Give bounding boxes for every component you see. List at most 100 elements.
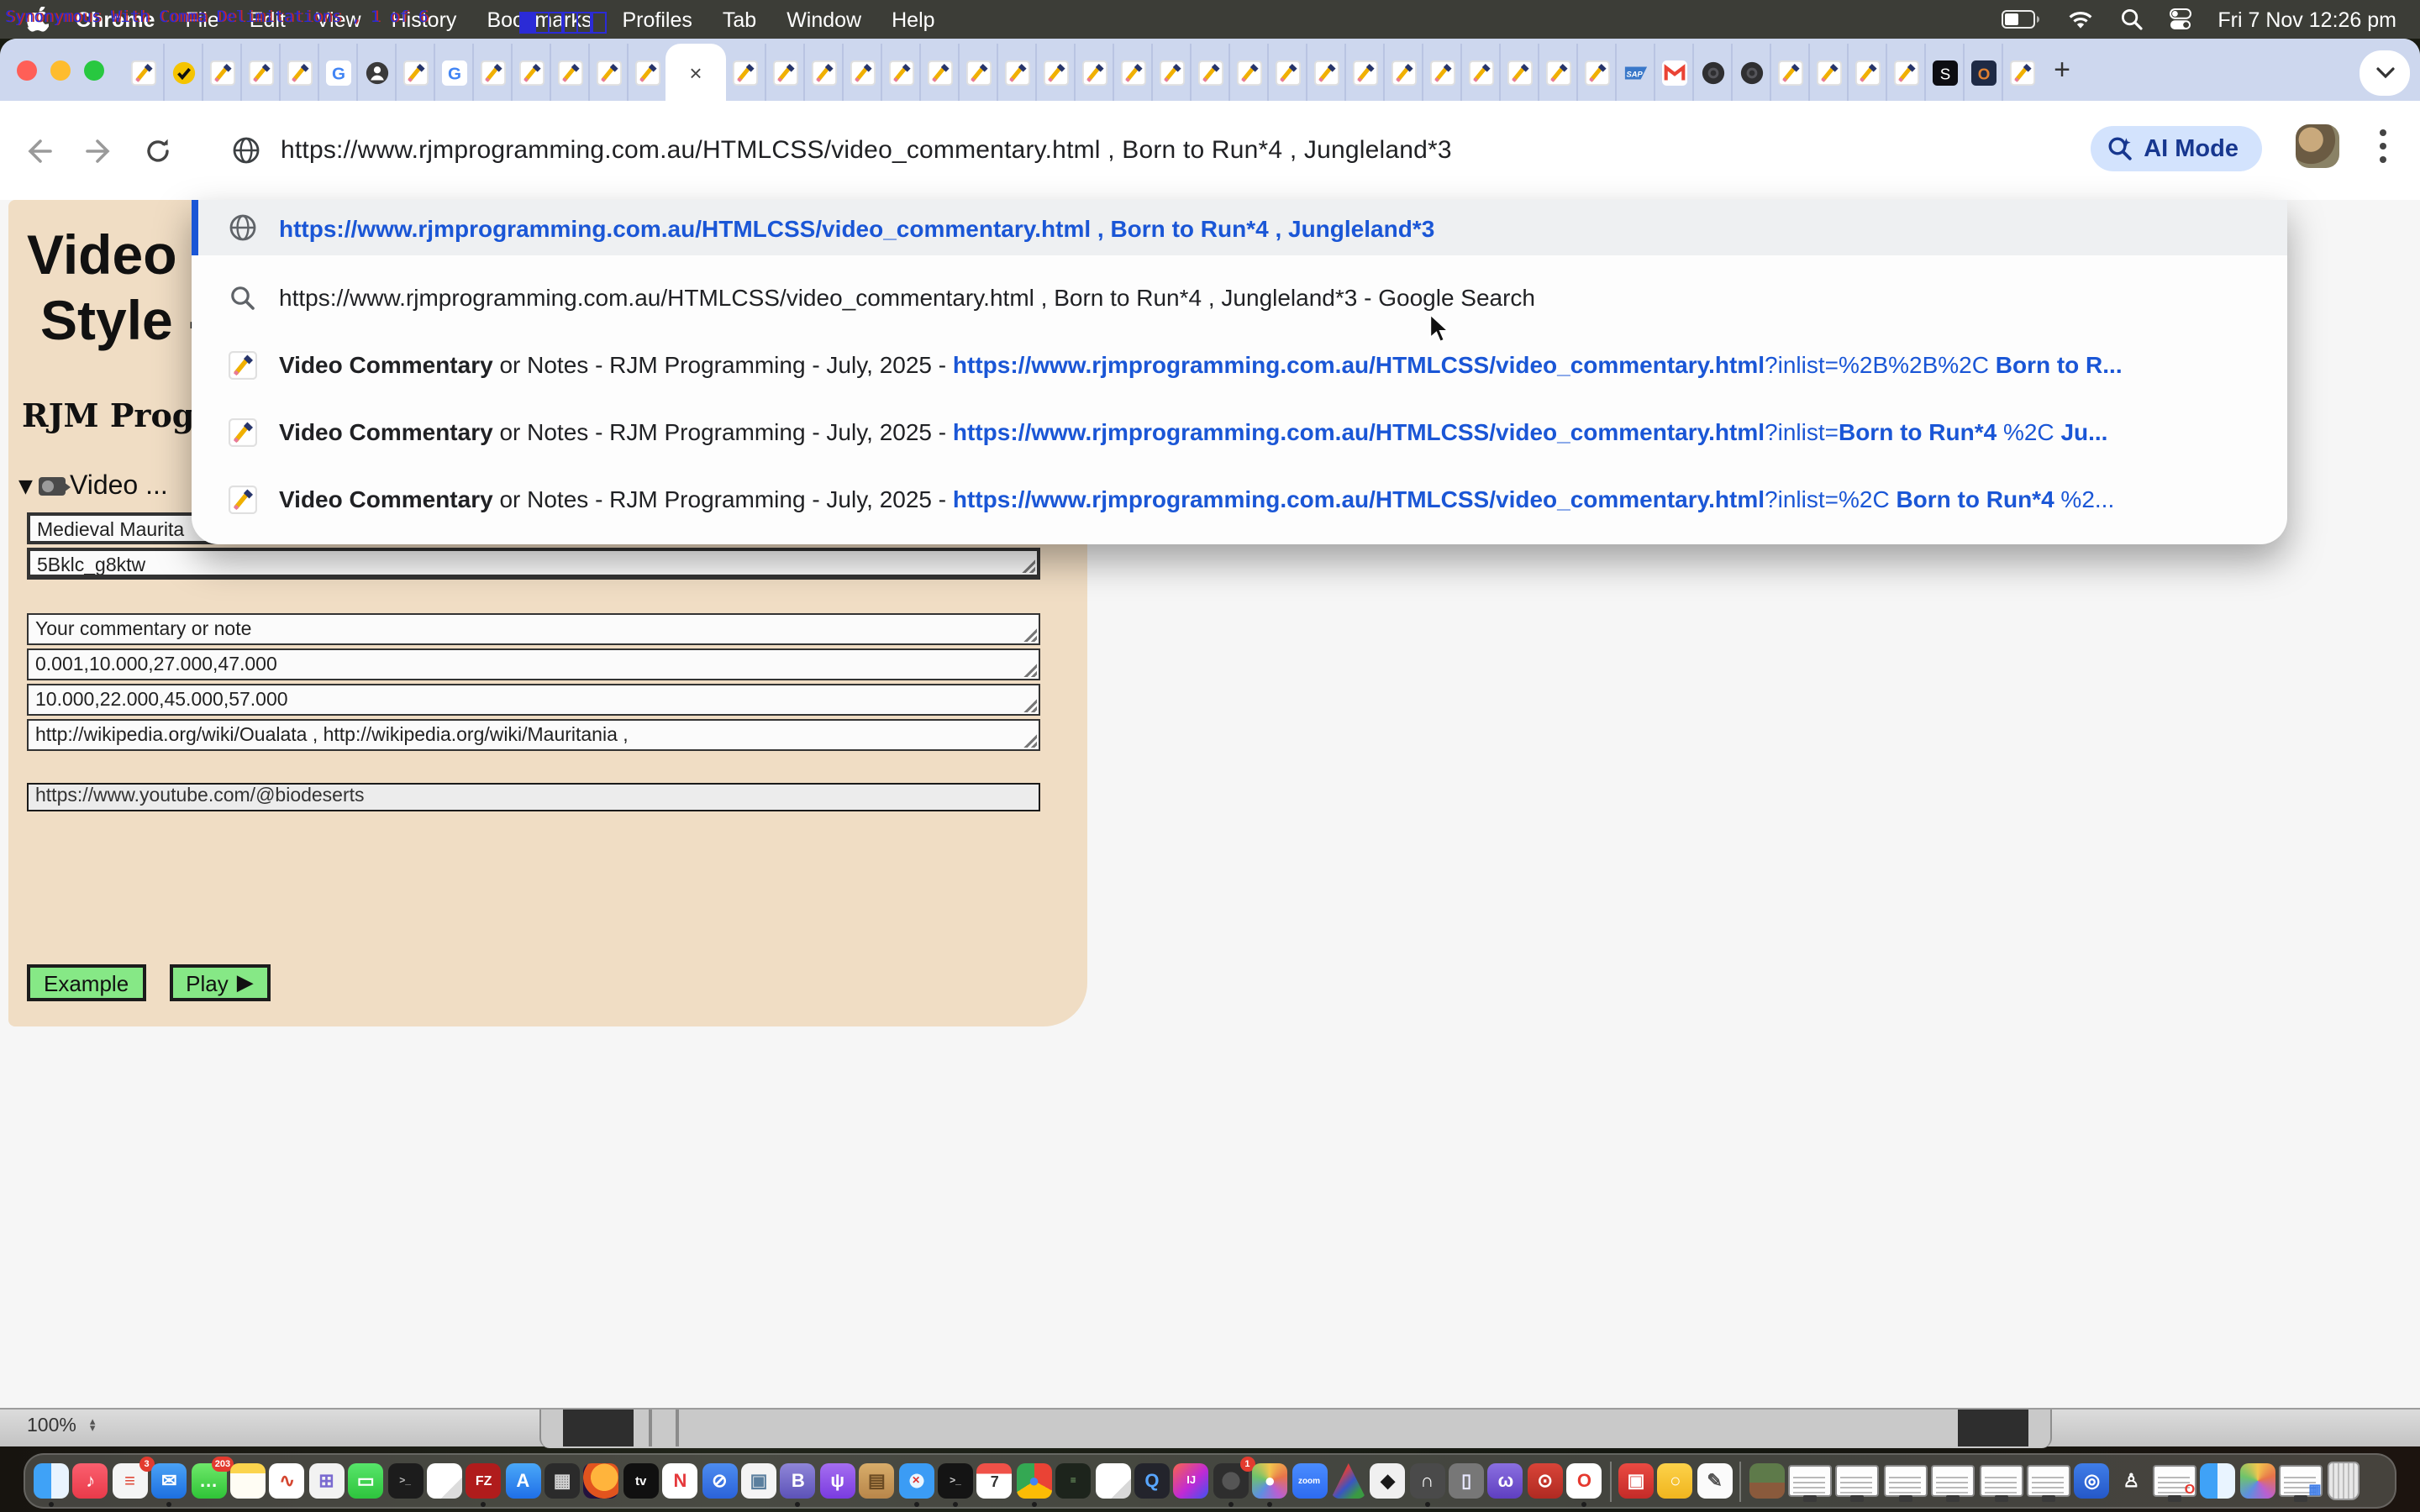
dock-small-blue-app[interactable]: ◎: [2075, 1463, 2110, 1499]
tab-pencil-48[interactable]: [2002, 44, 2040, 101]
dock-zoom[interactable]: zoom: [1292, 1463, 1327, 1499]
suggestion-row-3[interactable]: Video Commentary or Notes - RJM Programm…: [192, 338, 2287, 391]
suggestion-row-5[interactable]: Video Commentary or Notes - RJM Programm…: [192, 472, 2287, 526]
profile-avatar[interactable]: [2296, 124, 2339, 168]
tab-sap-38[interactable]: SAP: [1615, 44, 1654, 101]
omnibox-url-text[interactable]: https://www.rjmprogramming.com.au/HTMLCS…: [281, 136, 1452, 165]
spotlight-search-icon[interactable]: [2120, 8, 2142, 30]
dock-minimized-window-1[interactable]: [1788, 1465, 1832, 1497]
tab-pencil-35[interactable]: [1499, 44, 1538, 101]
browser-menu-kebab[interactable]: [2380, 129, 2386, 163]
tab-pencil-32[interactable]: [1383, 44, 1422, 101]
dock-finder-small[interactable]: [2201, 1463, 2236, 1499]
tab-gmail-39[interactable]: [1654, 44, 1692, 101]
dock-filezilla[interactable]: FZ: [466, 1463, 502, 1499]
zoom-stepper[interactable]: ▴▾: [90, 1419, 96, 1434]
wiki-links-field[interactable]: http://wikipedia.org/wiki/Oualata , http…: [27, 719, 1040, 751]
menu-item-tab[interactable]: Tab: [723, 8, 756, 31]
tab-chromedark-41[interactable]: [1731, 44, 1770, 101]
dock-minimized-window-5[interactable]: [1979, 1465, 2023, 1497]
battery-icon[interactable]: [2001, 10, 2039, 29]
end-times-field[interactable]: 10.000,22.000,45.000,57.000: [27, 684, 1040, 716]
resize-grip[interactable]: [1023, 628, 1037, 642]
tab-pencil-18[interactable]: [842, 44, 881, 101]
tab-person-6[interactable]: [356, 44, 395, 101]
close-window-button[interactable]: [17, 60, 37, 80]
minimize-window-button[interactable]: [50, 60, 71, 80]
dock-minimized-doc-window[interactable]: ▦: [2280, 1465, 2323, 1497]
dock-textedit-document[interactable]: [427, 1463, 462, 1499]
new-tab-button[interactable]: +: [2040, 53, 2084, 87]
tab-search-chevron[interactable]: [2360, 50, 2410, 96]
tab-pencil-0[interactable]: [124, 44, 163, 101]
dock-trash[interactable]: [2327, 1462, 2359, 1500]
commentary-field[interactable]: Your commentary or note: [27, 613, 1040, 645]
active-tab[interactable]: ×: [666, 44, 726, 101]
tab-pencil-34[interactable]: [1460, 44, 1499, 101]
dock-prism-triangle[interactable]: [1331, 1463, 1366, 1499]
dock-terminal-2[interactable]: >_: [938, 1463, 973, 1499]
dock-music[interactable]: ♪: [73, 1463, 108, 1499]
dock-notes[interactable]: [230, 1463, 266, 1499]
tab-pencil-28[interactable]: [1228, 44, 1267, 101]
tab-pencil-25[interactable]: [1113, 44, 1151, 101]
dock-palette-small[interactable]: [2240, 1463, 2275, 1499]
dock-finder[interactable]: [34, 1463, 69, 1499]
tab-pencil-21[interactable]: [958, 44, 997, 101]
dock-launchpad[interactable]: ⊞: [308, 1463, 344, 1499]
dock-photo-booth[interactable]: ▣: [741, 1463, 776, 1499]
tab-pencil-3[interactable]: [240, 44, 279, 101]
control-center-icon[interactable]: [2169, 8, 2191, 30]
tab-pencil-31[interactable]: [1344, 44, 1383, 101]
tab-pencil-19[interactable]: [881, 44, 919, 101]
dock-cat-assistant[interactable]: ω: [1488, 1463, 1523, 1499]
video-id-field[interactable]: 5Bklc_g8ktw: [27, 548, 1040, 580]
tab-pencil-10[interactable]: [511, 44, 550, 101]
dock-podcasts[interactable]: ψ: [820, 1463, 855, 1499]
dock-photo-thumbnail[interactable]: [1749, 1463, 1784, 1499]
forward-button[interactable]: [86, 137, 114, 164]
tab-pencil-13[interactable]: [627, 44, 666, 101]
dock-calendar[interactable]: 7: [977, 1463, 1013, 1499]
resize-grip[interactable]: [1022, 559, 1035, 573]
dock-document-2[interactable]: [1095, 1463, 1130, 1499]
tab-pencil-22[interactable]: [997, 44, 1035, 101]
resize-grip[interactable]: [1023, 734, 1037, 748]
suggestion-row-2[interactable]: https://www.rjmprogramming.com.au/HTMLCS…: [192, 270, 2287, 324]
dock-iphone-mirroring[interactable]: ▯: [1449, 1463, 1484, 1499]
dock-intellij-idea[interactable]: IJ: [1174, 1463, 1209, 1499]
menu-item-window[interactable]: Window: [786, 8, 861, 31]
dock-terminal[interactable]: >_: [387, 1463, 423, 1499]
start-times-field[interactable]: 0.001,10.000,27.000,47.000: [27, 648, 1040, 680]
dock-safari[interactable]: ✕: [898, 1463, 934, 1499]
dock-grapher[interactable]: ∿: [270, 1463, 305, 1499]
tab-pencil-29[interactable]: [1267, 44, 1306, 101]
youtube-url-input[interactable]: https://www.youtube.com/@biodeserts: [27, 783, 1040, 811]
tab-pencil-11[interactable]: [550, 44, 588, 101]
tab-pencil-17[interactable]: [803, 44, 842, 101]
dock-do-not-disturb[interactable]: ⊘: [702, 1463, 737, 1499]
dock-inkscape[interactable]: ◆: [1370, 1463, 1406, 1499]
tab-pencil-2[interactable]: [202, 44, 240, 101]
tab-pencil-30[interactable]: [1306, 44, 1344, 101]
tab-pencil-23[interactable]: [1035, 44, 1074, 101]
close-tab-icon[interactable]: ×: [689, 61, 702, 83]
tab-google-5[interactable]: G: [318, 44, 356, 101]
dock-reminders[interactable]: ≡3: [113, 1463, 148, 1499]
tab-pencil-27[interactable]: [1190, 44, 1228, 101]
tab-google-8[interactable]: G: [434, 44, 472, 101]
dock-facetime[interactable]: ▭: [348, 1463, 383, 1499]
example-button[interactable]: Example: [27, 964, 145, 1001]
dock-keypad-remote[interactable]: ▦: [544, 1463, 580, 1499]
tab-pencil-12[interactable]: [588, 44, 627, 101]
ai-mode-button[interactable]: AI Mode: [2090, 126, 2262, 171]
tab-pencil-42[interactable]: [1770, 44, 1808, 101]
tab-check-1[interactable]: [163, 44, 202, 101]
dock-minimized-window-4[interactable]: [1931, 1465, 1975, 1497]
menu-item-help[interactable]: Help: [892, 8, 934, 31]
menu-item-profiles[interactable]: Profiles: [623, 8, 692, 31]
tab-chromedark-40[interactable]: [1692, 44, 1731, 101]
dock-minimized-window-6[interactable]: [2027, 1465, 2070, 1497]
tab-pencil-36[interactable]: [1538, 44, 1576, 101]
tab-pencil-24[interactable]: [1074, 44, 1113, 101]
